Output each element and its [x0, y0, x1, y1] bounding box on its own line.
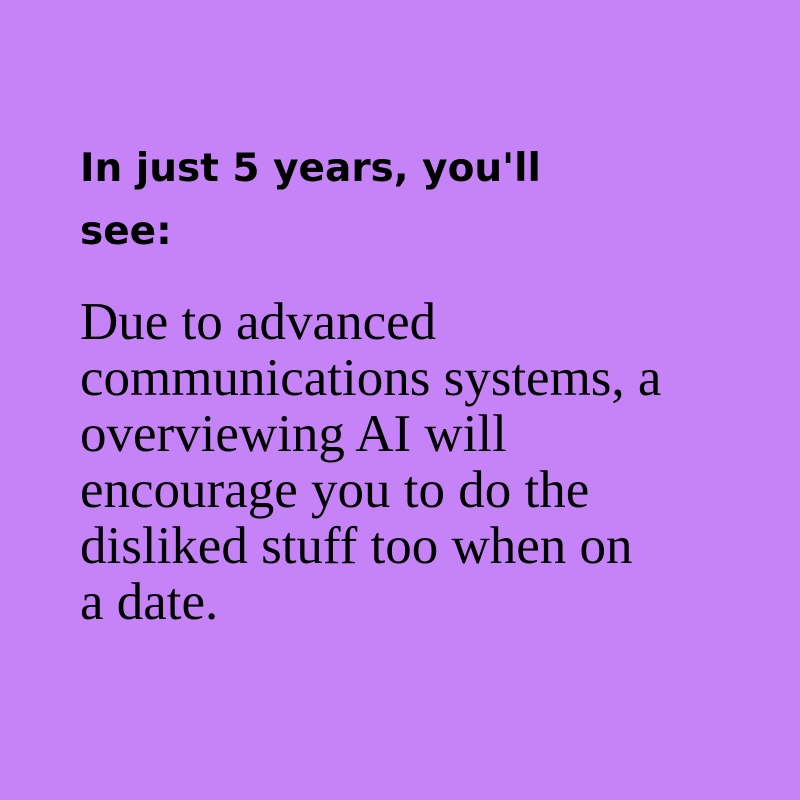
body-text: Due to advanced communications systems, …	[80, 293, 662, 631]
quote-card: In just 5 years, you'll see: Due to adva…	[0, 0, 800, 800]
headline: In just 5 years, you'll see:	[80, 146, 541, 254]
